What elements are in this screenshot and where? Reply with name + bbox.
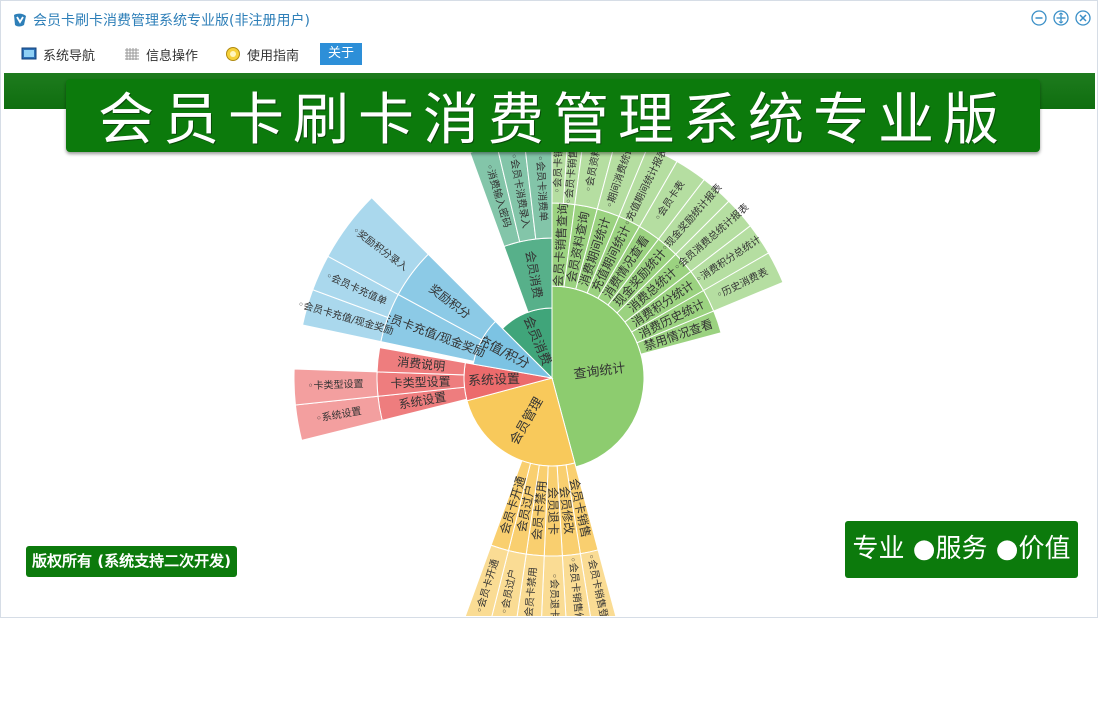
sunburst-member-leaf-label: ◦会员退卡	[548, 573, 561, 616]
minimize-icon[interactable]	[1031, 10, 1047, 26]
menu-user-guide[interactable]: 使用指南	[225, 43, 299, 65]
slogan-label: 专业 ●服务 ●价值	[845, 521, 1078, 578]
menu-system-nav-label: 系统导航	[43, 48, 96, 64]
main-content: 查询统计 会员卡销售查询 ◦会员卡销售 ◦会员卡销售统计 会员资料查询 ◦会员资料 消费期间…	[4, 73, 1095, 616]
menu-system-nav[interactable]: 系统导航	[21, 43, 95, 65]
bulb-icon	[226, 47, 240, 61]
menu-bar: 系统导航 信息操作 使用指南	[1, 39, 1097, 69]
maximize-icon[interactable]	[1053, 10, 1069, 26]
menu-user-guide-label: 使用指南	[247, 48, 300, 64]
sunburst-settings-item-label: 卡类型设置	[390, 375, 450, 391]
copyright-label: 版权所有 (系统支持二次开发)	[26, 546, 237, 577]
menu-info-ops[interactable]: 信息操作	[124, 43, 198, 65]
menu-about[interactable]: 关于	[320, 43, 362, 65]
window-title: 会员卡刷卡消费管理系统专业版(非注册用户)	[33, 13, 310, 29]
grid-icon	[125, 48, 139, 60]
app-window: 会员卡刷卡消费管理系统专业版(非注册用户) 系统导航 信息操作 使用指南 关于 …	[0, 0, 1098, 618]
app-banner: 会员卡刷卡消费管理系统专业版	[66, 79, 1040, 153]
monitor-icon	[21, 47, 37, 60]
title-bar: 会员卡刷卡消费管理系统专业版(非注册用户)	[1, 1, 1097, 37]
sunburst-settings-label: 系统设置	[468, 372, 521, 389]
menu-info-ops-label: 信息操作	[146, 48, 199, 64]
app-logo-icon	[14, 13, 26, 27]
banner-title: 会员卡刷卡消费管理系统专业版	[98, 88, 1008, 153]
close-icon[interactable]	[1075, 10, 1091, 26]
